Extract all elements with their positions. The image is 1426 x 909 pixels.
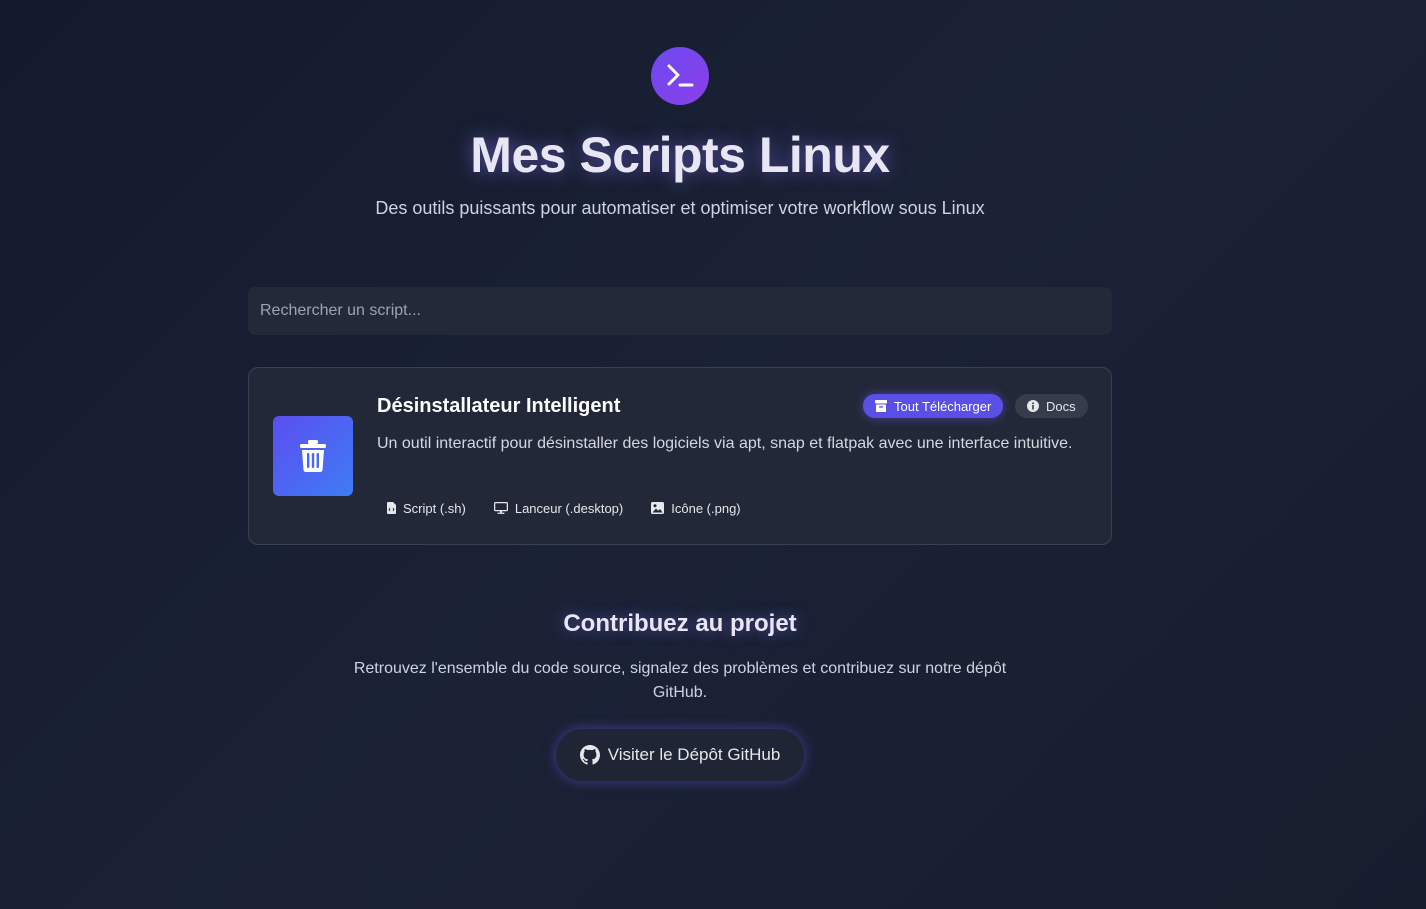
github-button[interactable]: Visiter le Dépôt GitHub [556, 729, 804, 781]
github-button-label: Visiter le Dépôt GitHub [607, 745, 781, 764]
contribute-text: Retrouvez l'ensemble du code source, sig… [353, 660, 1007, 701]
docs-label: Docs [1046, 398, 1076, 414]
trash-icon [300, 440, 326, 472]
terminal-logo [651, 47, 709, 105]
file-label: Script (.sh) [403, 500, 466, 516]
info-icon [1027, 400, 1039, 412]
script-icon-tile [273, 416, 353, 496]
search-input[interactable] [248, 287, 1112, 335]
terminal-icon [667, 64, 694, 87]
docs-button[interactable]: Docs [1015, 394, 1088, 418]
page-subtitle: Des outils puissants pour automatiser et… [375, 198, 985, 218]
file-link-icon[interactable]: Icône (.png) [641, 498, 750, 518]
script-card: Désinstallateur Intelligent Tout Télécha… [248, 367, 1112, 545]
file-code-icon [387, 502, 396, 514]
file-link-script[interactable]: Script (.sh) [377, 498, 476, 518]
page-title: Mes Scripts Linux [470, 127, 890, 183]
download-all-button[interactable]: Tout Télécharger [863, 394, 1004, 418]
contribute-title: Contribuez au projet [563, 610, 797, 637]
file-label: Lanceur (.desktop) [514, 500, 624, 516]
image-icon [651, 502, 665, 514]
monitor-icon [493, 502, 508, 514]
archive-icon [875, 400, 887, 412]
download-all-label: Tout Télécharger [894, 398, 992, 414]
github-icon [579, 745, 600, 765]
file-link-desktop[interactable]: Lanceur (.desktop) [484, 498, 633, 518]
script-title: Désinstallateur Intelligent [377, 395, 621, 417]
script-description: Un outil interactif pour désinstaller de… [377, 435, 1073, 452]
file-label: Icône (.png) [671, 500, 741, 516]
file-list: Script (.sh) Lanceur (.desktop) Icône (.… [377, 498, 751, 518]
